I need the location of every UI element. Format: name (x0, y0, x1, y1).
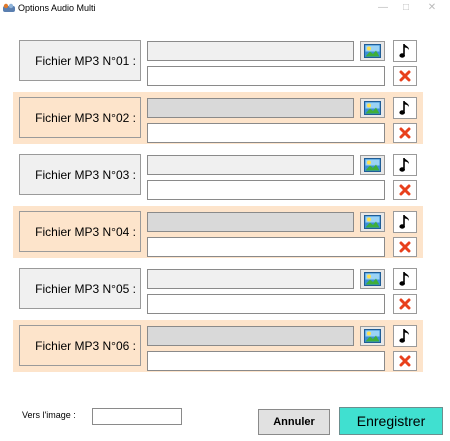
browse-music-button[interactable] (393, 325, 417, 347)
audio-text-field[interactable] (147, 66, 385, 86)
mp3-file-field[interactable] (147, 326, 354, 346)
music-note-icon (399, 43, 411, 59)
window-title: Options Audio Multi (18, 3, 96, 13)
row-label: Fichier MP3 N°02 : (19, 97, 141, 138)
image-button[interactable] (360, 41, 385, 61)
audio-file-row: Fichier MP3 N°03 : (13, 149, 423, 201)
image-icon (364, 158, 381, 172)
row-label: Fichier MP3 N°05 : (19, 268, 141, 309)
image-path-input[interactable] (92, 408, 182, 425)
minimize-icon[interactable]: — (373, 1, 393, 15)
image-icon (364, 44, 381, 58)
music-note-icon (399, 214, 411, 230)
image-icon (364, 215, 381, 229)
audio-text-field[interactable] (147, 123, 385, 143)
browse-music-button[interactable] (393, 268, 417, 290)
image-button[interactable] (360, 212, 385, 232)
image-button[interactable] (360, 326, 385, 346)
row-label: Fichier MP3 N°04 : (19, 211, 141, 252)
delete-x-icon (399, 241, 411, 253)
mp3-file-field[interactable] (147, 212, 354, 232)
delete-button[interactable] (393, 237, 417, 257)
image-button[interactable] (360, 269, 385, 289)
image-button[interactable] (360, 98, 385, 118)
image-icon (364, 329, 381, 343)
audio-text-field[interactable] (147, 237, 385, 257)
browse-music-button[interactable] (393, 40, 417, 62)
mp3-file-field[interactable] (147, 155, 354, 175)
delete-x-icon (399, 127, 411, 139)
delete-button[interactable] (393, 66, 417, 86)
music-note-icon (399, 100, 411, 116)
mp3-file-field[interactable] (147, 41, 354, 61)
audio-file-row: Fichier MP3 N°02 : (13, 92, 423, 144)
audio-text-field[interactable] (147, 351, 385, 371)
delete-x-icon (399, 298, 411, 310)
audio-text-field[interactable] (147, 180, 385, 200)
audio-file-row: Fichier MP3 N°01 : (13, 35, 423, 87)
delete-button[interactable] (393, 351, 417, 371)
delete-x-icon (399, 184, 411, 196)
image-icon (364, 272, 381, 286)
row-label: Fichier MP3 N°06 : (19, 325, 141, 366)
music-note-icon (399, 271, 411, 287)
audio-file-row: Fichier MP3 N°04 : (13, 206, 423, 258)
app-icon (3, 3, 15, 12)
delete-button[interactable] (393, 123, 417, 143)
row-label: Fichier MP3 N°03 : (19, 154, 141, 195)
delete-button[interactable] (393, 180, 417, 200)
row-label: Fichier MP3 N°01 : (19, 40, 141, 81)
maximize-icon[interactable]: □ (396, 1, 416, 15)
title-bar: Options Audio Multi — □ ✕ (0, 0, 450, 18)
image-path-label: Vers l'image : (22, 410, 76, 420)
image-icon (364, 101, 381, 115)
delete-x-icon (399, 355, 411, 367)
audio-text-field[interactable] (147, 294, 385, 314)
audio-file-list: Fichier MP3 N°01 : Fichier MP3 N°02 : Fich… (13, 35, 423, 377)
browse-music-button[interactable] (393, 154, 417, 176)
music-note-icon (399, 328, 411, 344)
music-note-icon (399, 157, 411, 173)
close-icon[interactable]: ✕ (422, 1, 442, 15)
browse-music-button[interactable] (393, 211, 417, 233)
image-button[interactable] (360, 155, 385, 175)
delete-x-icon (399, 70, 411, 82)
mp3-file-field[interactable] (147, 269, 354, 289)
mp3-file-field[interactable] (147, 98, 354, 118)
browse-music-button[interactable] (393, 97, 417, 119)
save-button[interactable]: Enregistrer (339, 407, 443, 435)
cancel-button[interactable]: Annuler (258, 409, 330, 435)
audio-file-row: Fichier MP3 N°05 : (13, 263, 423, 315)
audio-file-row: Fichier MP3 N°06 : (13, 320, 423, 372)
delete-button[interactable] (393, 294, 417, 314)
